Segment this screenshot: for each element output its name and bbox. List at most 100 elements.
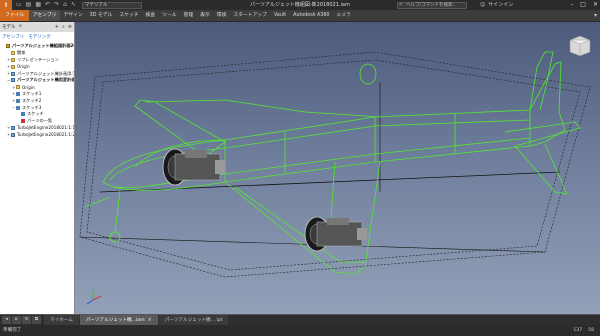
ribbon-tab[interactable]: 環境	[213, 10, 230, 21]
ribbon-tab[interactable]: 表示	[197, 10, 214, 21]
window-controls: – □ ✕	[570, 0, 598, 10]
expand-toggle-icon[interactable]: +	[7, 71, 10, 76]
browser-tree-node[interactable]: + Origin	[0, 84, 74, 91]
save-icon[interactable]: ▦	[35, 0, 41, 10]
ribbon-tab[interactable]: 検査	[142, 10, 159, 21]
tree-node-label: Origin	[17, 64, 30, 70]
expand-toggle-icon[interactable]: +	[12, 85, 15, 90]
browser-tree-node[interactable]: スケッチ	[0, 111, 74, 118]
browser-tab-model[interactable]: モデル	[2, 24, 16, 30]
ribbon-tab[interactable]: 管理	[180, 10, 197, 21]
open-folder-icon[interactable]: ▤	[26, 0, 32, 10]
tree-node-label: TurboJetEngine2018021:1:1	[17, 125, 74, 131]
ribbon-tab[interactable]: ツール	[159, 10, 180, 21]
undo-icon[interactable]: ↶	[45, 0, 50, 10]
redo-icon[interactable]: ↷	[54, 0, 59, 10]
expand-toggle-icon[interactable]: +	[7, 64, 10, 69]
browser-tree: パーツアルジェット機組図計画2018関係+リプレゼンテーション+Origin+パ…	[0, 41, 74, 138]
browser-tree-node[interactable]: + スケッチ1	[0, 91, 74, 98]
ribbon-tab[interactable]: ファイル	[0, 10, 30, 21]
home-icon[interactable]: ⌂	[63, 0, 67, 10]
select-arrow-icon[interactable]: ↖	[71, 0, 76, 10]
tree-node-label: パーツアルジェット機計画用:1	[17, 70, 74, 76]
close-icon[interactable]: ✕	[593, 0, 598, 10]
ribbon-options-icon[interactable]: ▾	[594, 10, 597, 22]
ribbon-tab[interactable]: スタートアップ	[230, 10, 271, 21]
user-area[interactable]: ☺ サインイン	[480, 0, 513, 10]
viewcube-icon[interactable]	[569, 35, 591, 57]
browser-tree-node[interactable]: − パーツアルジェット機用変計画	[0, 77, 74, 84]
help-search-input[interactable]: ⌕ ヘルプ/コマンドを検索...	[397, 1, 467, 9]
axis-triad-icon	[86, 290, 102, 305]
browser-tree-node[interactable]: + TurboJetEngine2018021:1:1	[0, 125, 74, 132]
status-counts: 137 58	[573, 325, 594, 336]
tab-tile-icon[interactable]: ⧉	[32, 316, 41, 324]
expand-toggle-icon[interactable]: −	[7, 78, 10, 83]
asm-icon	[6, 44, 10, 49]
nose-gear-wheel	[109, 231, 121, 243]
browser-tree-node[interactable]: − スケッチ3	[0, 104, 74, 111]
tab-next-icon[interactable]: ▸	[12, 316, 21, 324]
browser-close-icon[interactable]: ×	[19, 24, 23, 30]
tab-close-icon[interactable]: ×	[148, 315, 152, 326]
add-icon[interactable]: +	[55, 24, 59, 30]
maximize-icon[interactable]: □	[580, 0, 586, 10]
expand-toggle-icon[interactable]: −	[12, 105, 15, 110]
wireframe-model	[79, 35, 591, 305]
browser-tree-node[interactable]: パーツアルジェット機組図計画2018	[0, 43, 74, 50]
new-file-icon[interactable]: ▭	[16, 0, 22, 10]
doctab-nav: ◂ ▸ ≡ ⧉	[0, 315, 43, 325]
tree-node-label: パーツアルジェット機用変計画	[17, 77, 74, 83]
ribbon-tab[interactable]: 3D モデル	[86, 10, 116, 21]
fold-icon	[11, 57, 15, 62]
tree-node-label: リプレゼンテーション	[17, 56, 59, 62]
expand-toggle-icon[interactable]: +	[7, 57, 10, 62]
tree-node-label: パーツアルジェット機組図計画2018	[12, 43, 74, 49]
document-tab[interactable]: マイホーム	[44, 315, 79, 325]
part-icon	[11, 132, 15, 137]
menu-icon[interactable]: ≡	[68, 24, 72, 30]
app-logo-icon[interactable]: I	[0, 0, 12, 10]
subtab-assembly[interactable]: アセンブリ	[2, 34, 24, 40]
ribbon-tab[interactable]: デザイン	[60, 10, 86, 21]
document-tab[interactable]: パーツアルジェット機...iam ×	[79, 315, 158, 326]
tab-prev-icon[interactable]: ◂	[2, 316, 11, 324]
title-bar: I ▭ ▤ ▦ ↶ ↷ ⌂ ↖ マテリアル パーツアルジェット機組図-新2018…	[0, 0, 600, 10]
browser-subtabs: アセンブリ モデリング	[0, 32, 74, 41]
ribbon-tab[interactable]: エメラ	[333, 10, 354, 21]
expand-toggle-icon[interactable]: +	[7, 132, 10, 137]
ribbon-tab-bar: ファイル アセンブリ デザイン 3D モデル スケッチ 検査 ツール 管理 表示 環境 スタートアッ…	[0, 10, 600, 22]
ribbon-tab[interactable]: アセンブリ	[29, 10, 60, 21]
nose-gear-strut	[114, 189, 121, 233]
browser-tree-node[interactable]: + パーツアルジェット機計画用:1	[0, 70, 74, 77]
tree-node-label: パーツの一覧	[27, 118, 53, 124]
browser-tree-node[interactable]: + TurboJetEngine2018021:1:2	[0, 131, 74, 138]
subtab-modeling[interactable]: モデリング	[28, 34, 51, 40]
doctab-list: マイホーム パーツアルジェット機...iam × パーツアルジェット機....ipt	[43, 315, 229, 326]
quick-access-toolbar: ▭ ▤ ▦ ↶ ↷ ⌂ ↖	[16, 0, 76, 10]
fold-icon	[11, 64, 15, 69]
browser-tree-node[interactable]: + Origin	[0, 63, 74, 70]
expand-toggle-icon[interactable]: +	[12, 98, 15, 103]
tree-node-label: スケッチ2	[22, 97, 42, 103]
expand-toggle-icon[interactable]: +	[12, 91, 15, 96]
ribbon-tab[interactable]: Vault	[270, 10, 289, 21]
graphics-viewport[interactable]	[75, 22, 600, 314]
browser-tree-node[interactable]: + スケッチ2	[0, 97, 74, 104]
sketch-icon	[16, 91, 20, 96]
material-selector[interactable]: マテリアル	[81, 1, 142, 9]
fold-icon	[16, 85, 20, 90]
document-tab-label: パーツアルジェット機....ipt	[164, 317, 223, 323]
sign-in-label[interactable]: サインイン	[488, 0, 513, 10]
tree-node-label: TurboJetEngine2018021:1:2	[17, 132, 74, 138]
browser-tree-node[interactable]: 関係	[0, 50, 74, 57]
document-tab[interactable]: パーツアルジェット機....ipt	[158, 315, 229, 325]
browser-tree-node[interactable]: + リプレゼンテーション	[0, 57, 74, 64]
browser-tree-node[interactable]: パーツの一覧	[0, 118, 74, 125]
tab-list-icon[interactable]: ≡	[22, 316, 31, 324]
minimize-icon[interactable]: –	[570, 0, 573, 10]
ribbon-tab[interactable]: Autodesk A360	[290, 10, 333, 21]
expand-toggle-icon[interactable]: +	[7, 125, 10, 130]
search-icon[interactable]: ⌕	[62, 24, 65, 30]
ribbon-tab[interactable]: スケッチ	[116, 10, 142, 21]
